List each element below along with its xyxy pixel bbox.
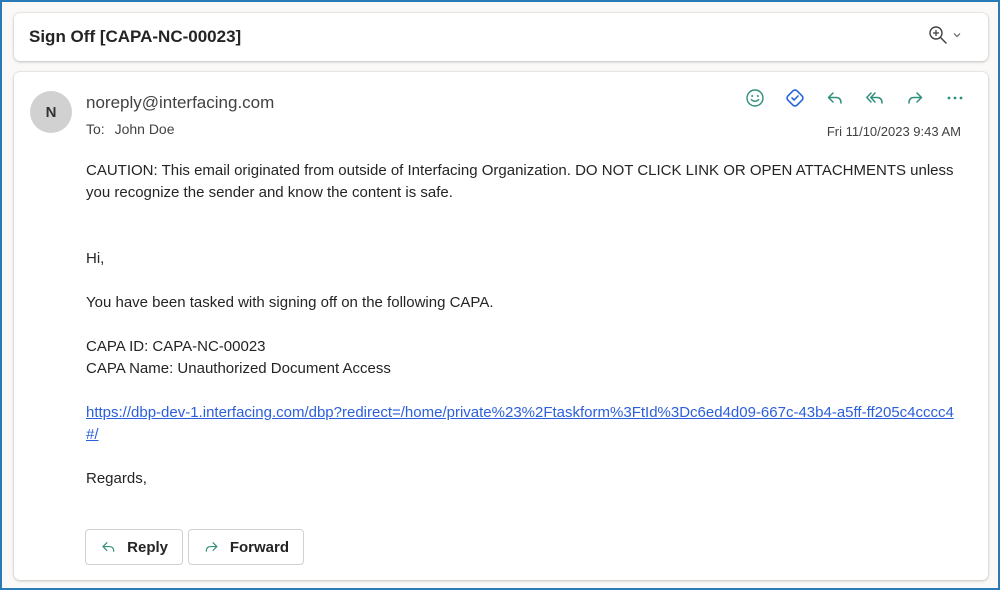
zoom-button[interactable] — [928, 25, 962, 45]
intro-text: You have been tasked with signing off on… — [86, 294, 494, 311]
reply-icon — [827, 92, 842, 104]
message-card: N noreply@interfacing.com To: John Doe F… — [14, 72, 988, 580]
reply-action[interactable] — [824, 87, 846, 109]
avatar: N — [30, 91, 72, 133]
forward-button[interactable]: Forward — [188, 529, 304, 565]
chevron-down-icon — [953, 33, 961, 38]
reply-button[interactable]: Reply — [85, 529, 183, 565]
sent-date: Fri 11/10/2023 9:43 AM — [826, 124, 961, 139]
task-link[interactable]: https://dbp-dev-1.interfacing.com/dbp?re… — [86, 404, 954, 443]
email-subject: Sign Off [CAPA-NC-00023] — [29, 27, 242, 46]
emoji-button[interactable] — [744, 87, 766, 109]
reply-label: Reply — [127, 538, 168, 556]
recipient-line: To: John Doe — [86, 121, 175, 137]
loop-icon — [786, 89, 804, 107]
greeting: Hi, — [86, 250, 105, 267]
forward-label: Forward — [229, 538, 289, 556]
closing: Regards, — [86, 470, 147, 487]
reply-all-icon — [866, 92, 883, 104]
forward-action[interactable] — [904, 87, 926, 109]
subject-bar: Sign Off [CAPA-NC-00023] — [14, 13, 988, 61]
message-actions — [744, 87, 966, 109]
capa-id: CAPA ID: CAPA-NC-00023 — [86, 338, 266, 355]
forward-icon — [205, 542, 218, 552]
forward-icon — [908, 92, 923, 104]
capa-name: CAPA Name: Unauthorized Document Access — [86, 360, 391, 377]
to-label: To: — [86, 121, 105, 137]
zoom-in-icon — [929, 26, 947, 44]
message-body: CAUTION: This email originated from outs… — [86, 160, 956, 490]
sender-address[interactable]: noreply@interfacing.com — [86, 93, 274, 113]
more-actions-button[interactable] — [944, 87, 966, 109]
caution-banner: CAUTION: This email originated from outs… — [86, 162, 954, 201]
loop-button[interactable] — [784, 87, 806, 109]
emoji-icon — [746, 89, 764, 107]
more-icon — [947, 96, 963, 100]
recipient-name[interactable]: John Doe — [115, 121, 175, 137]
reply-all-action[interactable] — [864, 87, 886, 109]
reply-icon — [102, 542, 115, 552]
